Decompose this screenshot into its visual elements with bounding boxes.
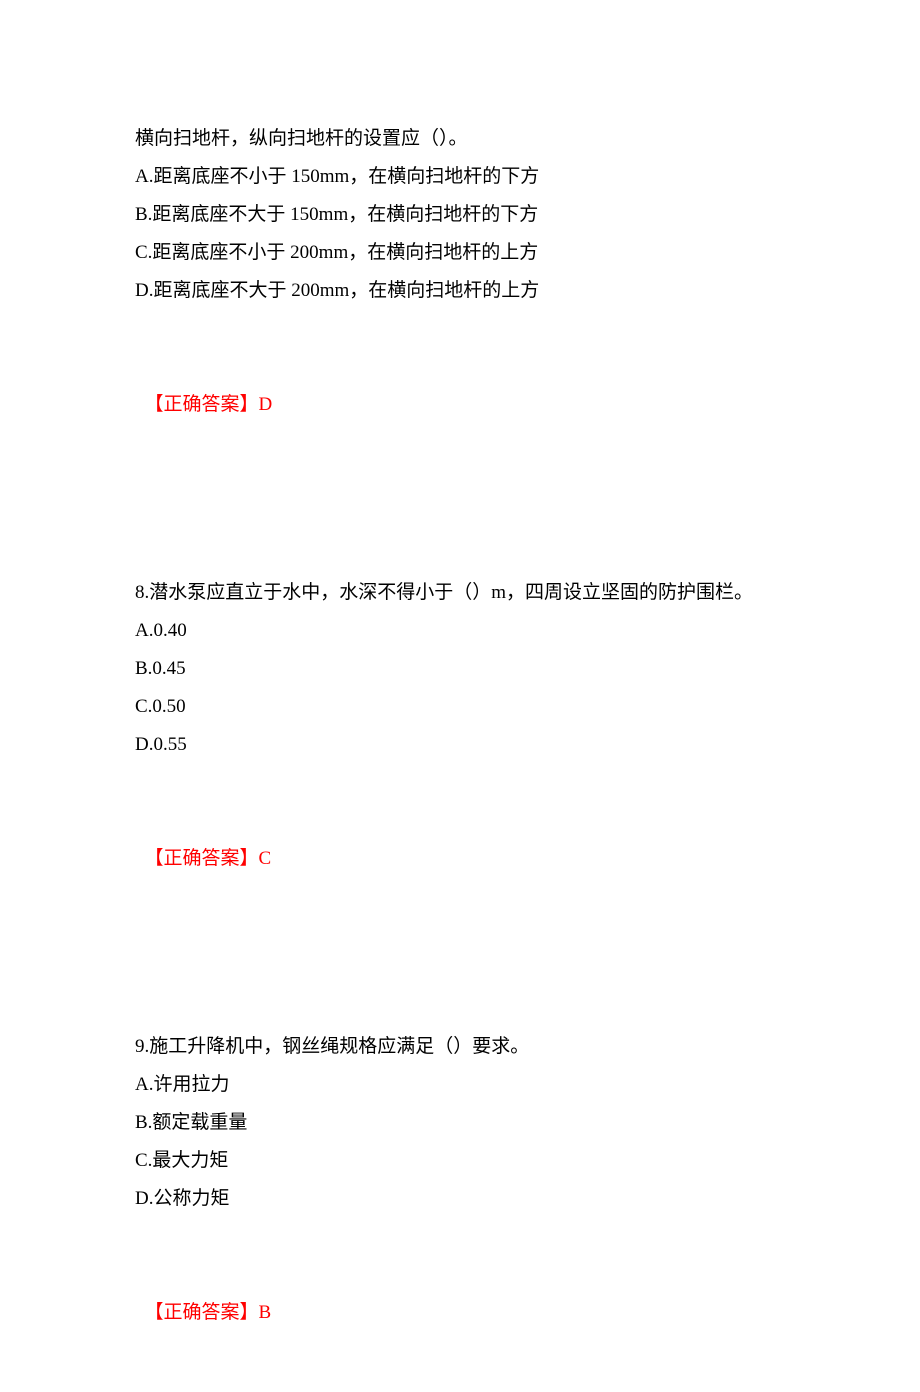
answer-label: 【正确答案】: [145, 848, 259, 869]
q9-option-b: B.额定载重量: [135, 1104, 785, 1142]
q7-option-d: D.距离底座不大于 200mm，在横向扫地杆的上方: [135, 272, 785, 310]
spacer: [135, 764, 785, 802]
q7-answer: 【正确答案】D: [135, 348, 785, 424]
q7-option-b: B.距离底座不大于 150mm，在横向扫地杆的下方: [135, 196, 785, 234]
answer-value: B: [259, 1302, 272, 1323]
q8-option-c: C.0.50: [135, 688, 785, 726]
q7-option-a: A.距离底座不小于 150mm，在横向扫地杆的下方: [135, 158, 785, 196]
q8-answer: 【正确答案】C: [135, 802, 785, 878]
q8-option-b: B.0.45: [135, 650, 785, 688]
q7-option-c: C.距离底座不小于 200mm，在横向扫地杆的上方: [135, 234, 785, 272]
q9-answer: 【正确答案】B: [135, 1256, 785, 1332]
answer-label: 【正确答案】: [145, 1302, 259, 1323]
spacer: [135, 1218, 785, 1256]
q7-stem: 横向扫地杆，纵向扫地杆的设置应（）。: [135, 120, 785, 158]
spacer: [135, 424, 785, 574]
spacer: [135, 878, 785, 1028]
answer-label: 【正确答案】: [145, 394, 259, 415]
q9-option-c: C.最大力矩: [135, 1142, 785, 1180]
q8-option-d: D.0.55: [135, 726, 785, 764]
q8-stem: 8.潜水泵应直立于水中，水深不得小于（）m，四周设立坚固的防护围栏。: [135, 574, 785, 612]
q9-option-a: A.许用拉力: [135, 1066, 785, 1104]
q9-option-d: D.公称力矩: [135, 1180, 785, 1218]
spacer: [135, 310, 785, 348]
answer-value: D: [259, 394, 273, 415]
answer-value: C: [259, 848, 272, 869]
q8-option-a: A.0.40: [135, 612, 785, 650]
q9-stem: 9.施工升降机中，钢丝绳规格应满足（）要求。: [135, 1028, 785, 1066]
